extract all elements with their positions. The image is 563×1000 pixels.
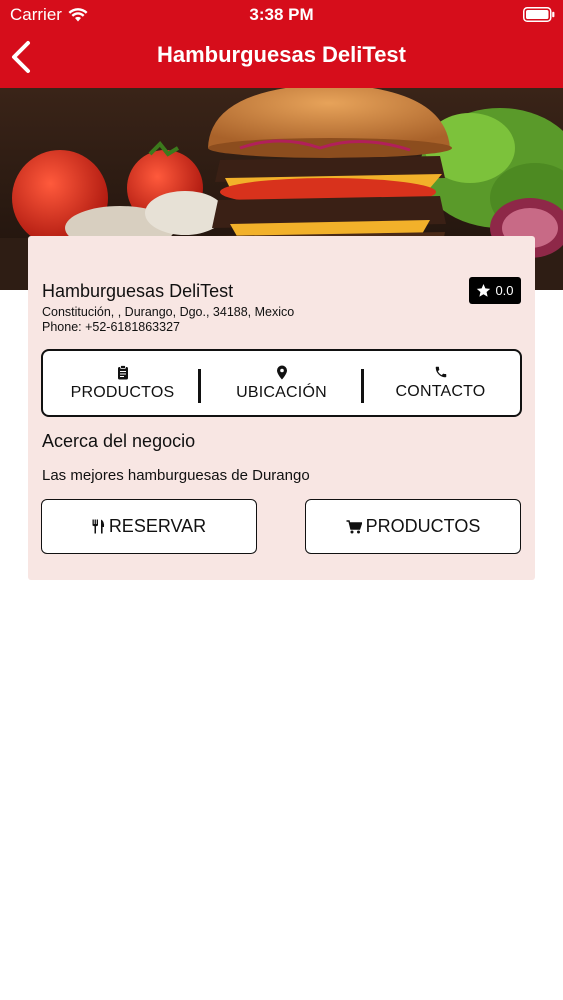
phone-icon [435, 366, 446, 378]
business-name: Hamburguesas DeliTest [42, 281, 234, 301]
reservar-label: RESERVAR [108, 516, 207, 536]
info-tabs: PRODUCTOS UBICACIÓN CONTACTO [41, 349, 522, 417]
tab-ubicacion[interactable]: UBICACIÓN [202, 351, 361, 415]
status-bar: Carrier 3:38 PM [0, 0, 563, 30]
navigation-bar: Carrier 3:38 PM Hamburguesas DeliTest [0, 0, 563, 88]
tab-ubicacion-label: UBICACIÓN [236, 384, 327, 401]
reservar-button[interactable]: RESERVAR [41, 499, 257, 554]
tab-contacto-label: CONTACTO [395, 383, 486, 400]
cutlery-icon [92, 519, 104, 534]
tab-divider [198, 369, 201, 403]
tab-productos[interactable]: PRODUCTOS [43, 351, 202, 415]
tab-contacto[interactable]: CONTACTO [361, 351, 520, 415]
productos-button[interactable]: PRODUCTOS [305, 499, 521, 554]
tab-divider [361, 369, 364, 403]
about-title: Acerca del negocio [42, 431, 196, 451]
clipboard-icon [117, 365, 128, 380]
page-title: Hamburguesas DeliTest [156, 42, 406, 67]
business-card: Hamburguesas DeliTest 0.0 Constitución, … [28, 236, 535, 580]
rating-badge: 0.0 [469, 277, 521, 304]
screen: Carrier 3:38 PM Hamburguesas DeliTest Ha… [0, 0, 563, 1000]
star-icon [477, 283, 491, 297]
business-address: Constitución, , Durango, Dgo., 34188, Me… [42, 305, 295, 319]
business-phone[interactable]: Phone: +52-6181863327 [42, 320, 180, 334]
productos-button-label: PRODUCTOS [365, 516, 481, 536]
battery-icon [523, 7, 555, 22]
rating-value: 0.0 [495, 283, 514, 298]
tab-productos-label: PRODUCTOS [70, 384, 175, 401]
about-description: Las mejores hamburguesas de Durango [42, 467, 310, 484]
map-pin-icon [276, 365, 287, 380]
status-time: 3:38 PM [249, 5, 314, 24]
cart-icon [346, 519, 362, 533]
